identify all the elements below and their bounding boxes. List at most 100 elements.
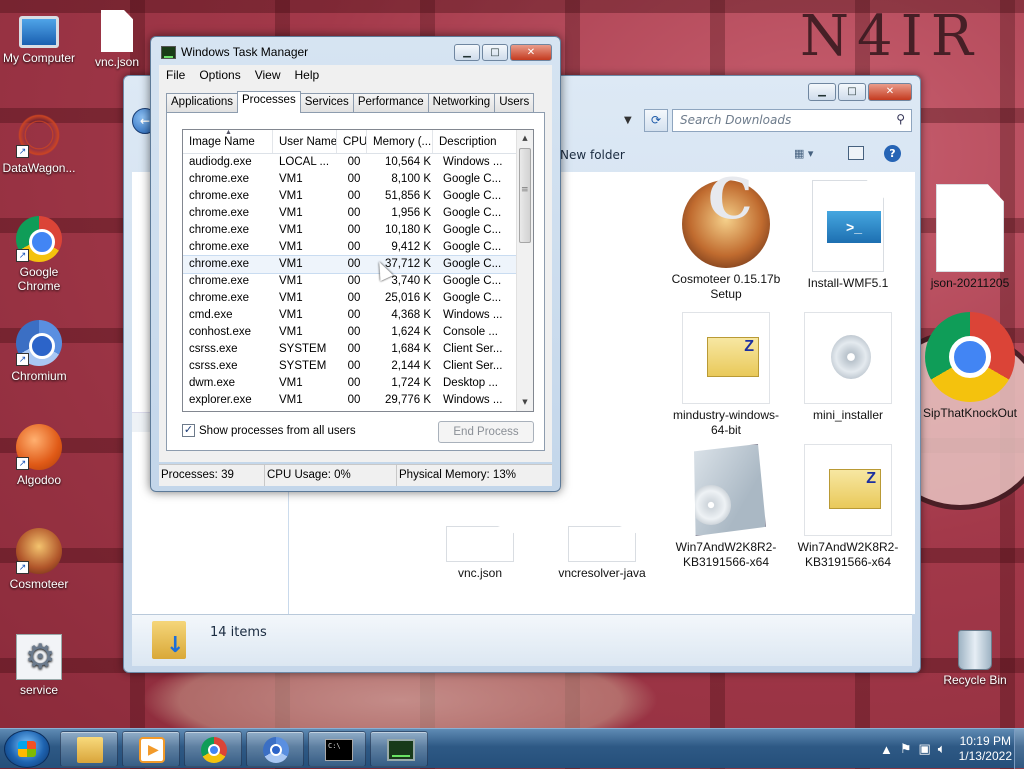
file-item[interactable]: json-20211205 (915, 180, 1024, 291)
scroll-thumb[interactable] (519, 148, 531, 243)
desktop-icon-service[interactable]: service (0, 634, 78, 697)
process-image-name: chrome.exe (189, 241, 250, 253)
column-header-image-name[interactable]: ▲ Image Name (183, 130, 273, 153)
desktop-icon-my-computer[interactable]: My Computer (0, 10, 78, 65)
search-input[interactable]: Search Downloads ⚲ (672, 109, 912, 132)
column-header-memory[interactable]: Memory (... (367, 130, 433, 153)
refresh-button[interactable]: ⟳ (644, 109, 668, 132)
column-header-description[interactable]: Description (433, 130, 517, 153)
start-button[interactable] (4, 730, 50, 768)
maximize-button[interactable]: □ (838, 83, 866, 101)
taskbar-button-explorer[interactable] (60, 731, 118, 767)
process-memory: 2,144 K (391, 360, 431, 372)
show-all-checkbox[interactable]: ✓ (182, 424, 195, 437)
network-icon[interactable]: ▣ (919, 741, 931, 757)
desktop-icon-label: DataWagon... (2, 161, 76, 175)
scroll-up-icon[interactable]: ▲ (517, 130, 533, 147)
address-dropdown-icon[interactable]: ▼ (624, 109, 640, 132)
search-placeholder: Search Downloads (680, 113, 792, 127)
views-icon[interactable]: ▦ ▾ (794, 147, 826, 160)
desktop-icon-cosmoteer[interactable]: ↗ Cosmoteer (0, 528, 78, 591)
file-item[interactable]: Install-WMF5.1 (793, 180, 903, 291)
file-item[interactable]: mindustry-windows-64-bit (671, 312, 781, 438)
close-button[interactable]: ✕ (510, 44, 552, 61)
show-hidden-icons-icon[interactable]: ▲ (880, 742, 893, 757)
desktop-icon-vnc-json[interactable]: vnc.json (78, 10, 156, 69)
process-memory: 1,724 K (391, 377, 431, 389)
tab-networking[interactable]: Networking (427, 93, 496, 112)
table-row[interactable]: conhost.exe VM1 00 1,624 K Console ... (183, 324, 517, 341)
desktop-icon-recycle-bin[interactable]: Recycle Bin (936, 630, 1014, 687)
file-item[interactable]: vncresolver-java (547, 472, 657, 581)
table-row[interactable]: chrome.exe VM1 00 9,412 K Google C... (183, 239, 517, 256)
table-row[interactable]: csrss.exe SYSTEM 00 1,684 K Client Ser... (183, 341, 517, 358)
process-image-name: audiodg.exe (189, 156, 252, 168)
table-row[interactable]: chrome.exe VM1 00 51,856 K Google C... (183, 188, 517, 205)
clock[interactable]: 10:19 PM 1/13/2022 (959, 734, 1012, 764)
java-file-icon (568, 526, 636, 562)
powershell-icon (812, 180, 884, 272)
process-user-name: VM1 (279, 190, 303, 202)
menu-help[interactable]: Help (288, 68, 327, 82)
minimize-button[interactable]: ▁ (454, 44, 480, 61)
table-row[interactable]: chrome.exe VM1 00 37,712 K Google C... (183, 255, 518, 274)
file-item[interactable]: mini_installer (793, 312, 903, 423)
table-row[interactable]: chrome.exe VM1 00 25,016 K Google C... (183, 290, 517, 307)
column-header-user-name[interactable]: User Name (273, 130, 337, 153)
preview-pane-icon[interactable] (848, 146, 864, 160)
document-icon (936, 184, 1004, 272)
desktop-icon-datawagon[interactable]: ↗ DataWagon... (0, 112, 78, 175)
cosmoteer-icon (682, 180, 770, 268)
file-item[interactable]: Win7AndW2K8R2-KB3191566-x64 (793, 444, 903, 570)
table-row[interactable]: dwm.exe VM1 00 1,724 K Desktop ... (183, 375, 517, 392)
end-process-button[interactable]: End Process (438, 421, 534, 443)
table-row[interactable]: chrome.exe VM1 00 1,956 K Google C... (183, 205, 517, 222)
taskbar-button-cmd[interactable]: C:\ (308, 731, 366, 767)
table-row[interactable]: explorer.exe VM1 00 29,776 K Windows ... (183, 392, 517, 409)
table-row[interactable]: chrome.exe VM1 00 10,180 K Google C... (183, 222, 517, 239)
process-user-name: VM1 (279, 275, 303, 287)
volume-icon[interactable]: 🔈︎ (938, 741, 946, 757)
help-icon[interactable]: ? (884, 145, 901, 162)
table-row[interactable]: chrome.exe VM1 00 3,740 K Google C... (183, 273, 517, 290)
action-center-flag-icon[interactable]: ⚑ (900, 741, 912, 757)
file-item[interactable]: Win7AndW2K8R2-KB3191566-x64 (671, 444, 781, 570)
close-button[interactable]: ✕ (868, 83, 912, 101)
taskbar-button-task-manager[interactable] (370, 731, 428, 767)
process-memory: 10,180 K (384, 224, 431, 236)
taskbar-button-chromium[interactable] (246, 731, 304, 767)
table-row[interactable]: cmd.exe VM1 00 4,368 K Windows ... (183, 307, 517, 324)
file-item[interactable]: Cosmoteer 0.15.17b Setup (671, 180, 781, 302)
menu-view[interactable]: View (248, 68, 288, 82)
table-row[interactable]: audiodg.exe LOCAL ... 00 10,564 K Windows ..… (183, 154, 517, 171)
tab-services[interactable]: Services (299, 93, 354, 112)
maximize-button[interactable]: □ (482, 44, 508, 61)
minimize-button[interactable]: ▁ (808, 83, 836, 101)
wallpaper-text: N4IR (800, 4, 981, 69)
vertical-scrollbar[interactable]: ▲ ▼ (516, 130, 533, 411)
process-memory: 1,956 K (391, 207, 431, 219)
tab-users[interactable]: Users (494, 93, 535, 112)
menu-file[interactable]: File (159, 68, 192, 82)
file-item[interactable]: SipThatKnockOut (915, 312, 1024, 421)
process-image-name: chrome.exe (189, 173, 250, 185)
process-image-name: chrome.exe (189, 275, 250, 287)
tab-applications[interactable]: Applications (166, 93, 239, 112)
new-folder-button[interactable]: New folder (560, 148, 625, 162)
show-desktop-button[interactable] (1014, 729, 1024, 769)
desktop-icon-algodoo[interactable]: ↗ Algodoo (0, 424, 78, 487)
show-all-processes-option[interactable]: ✓ Show processes from all users (182, 424, 356, 437)
table-row[interactable]: chrome.exe VM1 00 8,100 K Google C... (183, 171, 517, 188)
process-user-name: VM1 (279, 241, 303, 253)
tab-performance[interactable]: Performance (352, 93, 429, 112)
desktop-icon-label: vnc.json (94, 55, 140, 69)
taskbar-button-media[interactable] (122, 731, 180, 767)
desktop-icon-chromium[interactable]: ↗ Chromium (0, 320, 78, 383)
tab-processes[interactable]: Processes (237, 91, 301, 113)
desktop-icon-google-chrome[interactable]: ↗ Google Chrome (0, 216, 78, 293)
menu-options[interactable]: Options (192, 68, 247, 82)
column-header-cpu[interactable]: CPU (337, 130, 367, 153)
taskbar-button-chrome[interactable] (184, 731, 242, 767)
scroll-down-icon[interactable]: ▼ (517, 394, 533, 411)
table-row[interactable]: csrss.exe SYSTEM 00 2,144 K Client Ser... (183, 358, 517, 375)
